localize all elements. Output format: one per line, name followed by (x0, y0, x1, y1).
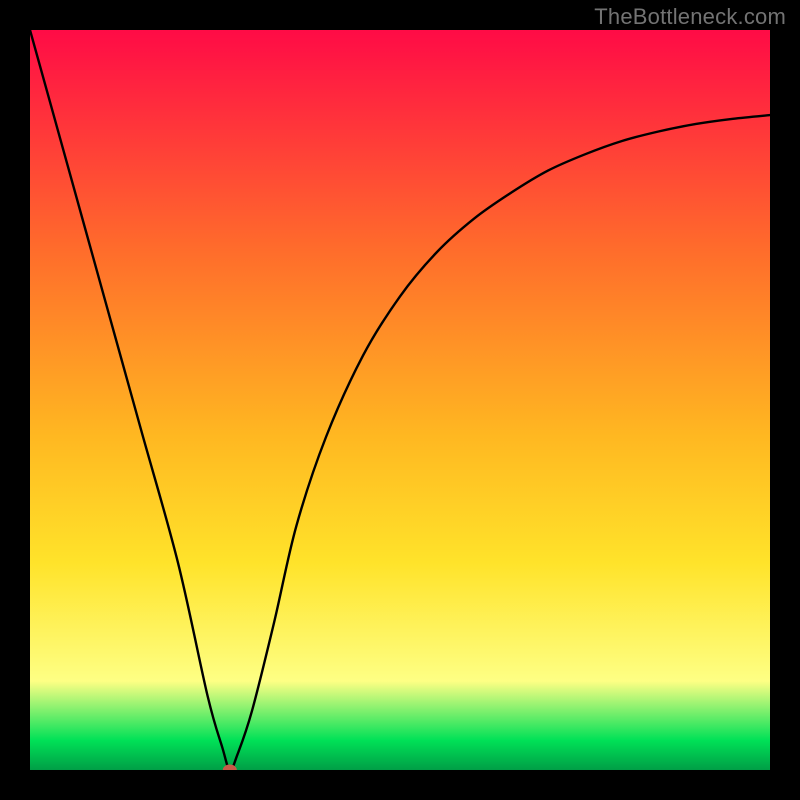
watermark-text: TheBottleneck.com (594, 4, 786, 30)
chart-frame: TheBottleneck.com (0, 0, 800, 800)
gradient-background (30, 30, 770, 770)
bottleneck-chart (30, 30, 770, 770)
plot-area (30, 30, 770, 770)
